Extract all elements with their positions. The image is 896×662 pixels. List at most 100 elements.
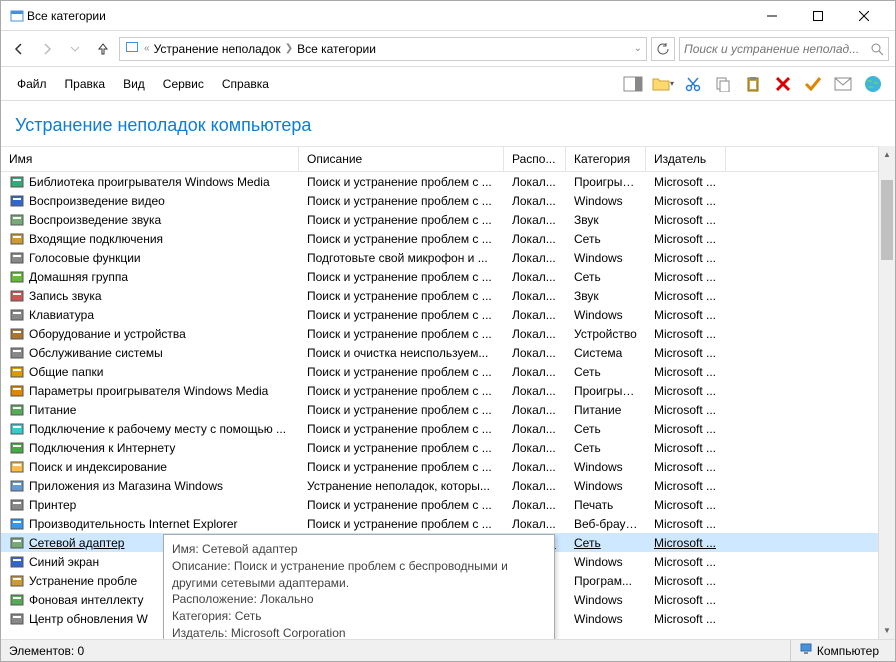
tooltip-name: Имя: Сетевой адаптер <box>172 541 546 558</box>
row-publisher: Microsoft ... <box>646 384 726 398</box>
row-category: Система <box>566 346 646 360</box>
maximize-button[interactable] <box>795 1 841 31</box>
breadcrumb-part[interactable]: Все категории <box>297 42 376 56</box>
table-row[interactable]: Входящие подключения Поиск и устранение п… <box>1 229 895 248</box>
table-row[interactable]: Общие папкиПоиск и устранение проблем с … <box>1 362 895 381</box>
row-publisher: Microsoft ... <box>646 460 726 474</box>
search-icon[interactable] <box>870 42 884 56</box>
table-row[interactable]: Приложения из Магазина Windows Устранение… <box>1 476 895 495</box>
menu-service[interactable]: Сервис <box>155 74 212 94</box>
scroll-down-icon[interactable]: ▼ <box>879 622 895 639</box>
table-row[interactable]: Подключения к ИнтернетуПоиск и устранени… <box>1 438 895 457</box>
table-row[interactable]: ПитаниеПоиск и устранение проблем с ...Л… <box>1 400 895 419</box>
row-icon <box>9 516 25 532</box>
row-name: Запись звука <box>29 289 102 303</box>
table-row[interactable]: Библиотека проигрывателя Windows MediaПо… <box>1 172 895 191</box>
column-location[interactable]: Распо... <box>504 147 566 171</box>
page-title: Устранение неполадок компьютера <box>1 101 895 146</box>
menu-help[interactable]: Справка <box>214 74 277 94</box>
table-row[interactable]: КлавиатураПоиск и устранение проблем с .… <box>1 305 895 324</box>
back-button[interactable] <box>7 37 31 61</box>
recent-button[interactable] <box>63 37 87 61</box>
menubar: Файл Правка Вид Сервис Справка ▾ <box>1 67 895 101</box>
scroll-up-icon[interactable]: ▲ <box>879 146 895 163</box>
row-publisher: Microsoft ... <box>646 251 726 265</box>
row-icon <box>9 383 25 399</box>
row-location: Локал... <box>504 498 566 512</box>
row-icon <box>9 497 25 513</box>
row-desc: Поиск и устранение проблем с ... <box>299 232 504 246</box>
table-row[interactable]: Оборудование и устройстваПоиск и устране… <box>1 324 895 343</box>
column-desc[interactable]: Описание <box>299 147 504 171</box>
globe-button[interactable] <box>859 70 887 98</box>
minimize-button[interactable] <box>749 1 795 31</box>
row-name: Входящие подключения <box>29 232 163 246</box>
row-location: Локал... <box>504 308 566 322</box>
table-row[interactable]: Обслуживание системыПоиск и очистка неис… <box>1 343 895 362</box>
column-publisher[interactable]: Издатель <box>646 147 726 171</box>
mail-button[interactable] <box>829 70 857 98</box>
table-row[interactable]: Домашняя группаПоиск и устранение пробле… <box>1 267 895 286</box>
row-icon <box>9 345 25 361</box>
row-desc: Устранение неполадок, которы... <box>299 479 504 493</box>
row-publisher: Microsoft ... <box>646 270 726 284</box>
breadcrumb-part[interactable]: Устранение неполадок <box>154 42 281 56</box>
table-row[interactable]: Производительность Internet ExplorerПоис… <box>1 514 895 533</box>
up-button[interactable] <box>91 37 115 61</box>
row-publisher: Microsoft ... <box>646 498 726 512</box>
row-category: Сеть <box>566 270 646 284</box>
vertical-scrollbar[interactable]: ▲ ▼ <box>878 146 895 639</box>
table-row[interactable]: ПринтерПоиск и устранение проблем с ...Л… <box>1 495 895 514</box>
paste-button[interactable] <box>739 70 767 98</box>
breadcrumb[interactable]: « Устранение неполадок ❯ Все категории ⌄ <box>119 37 647 61</box>
troubleshooter-list: Имя Описание Распо... Категория Издатель… <box>1 146 895 639</box>
close-button[interactable] <box>841 1 887 31</box>
row-icon <box>9 459 25 475</box>
delete-button[interactable] <box>769 70 797 98</box>
table-header: Имя Описание Распо... Категория Издатель <box>1 146 895 172</box>
row-publisher: Microsoft ... <box>646 232 726 246</box>
row-location: Локал... <box>504 251 566 265</box>
folder-button[interactable]: ▾ <box>649 70 677 98</box>
chevron-down-icon[interactable]: ⌄ <box>634 43 642 54</box>
window-title: Все категории <box>25 9 749 23</box>
row-desc: Поиск и устранение проблем с ... <box>299 194 504 208</box>
column-name[interactable]: Имя <box>1 147 299 171</box>
row-name: Приложения из Магазина Windows <box>29 479 223 493</box>
row-icon <box>9 174 25 190</box>
row-location: Локал... <box>504 403 566 417</box>
search-input[interactable] <box>679 37 889 61</box>
row-location: Локал... <box>504 384 566 398</box>
row-publisher: Microsoft ... <box>646 346 726 360</box>
row-icon <box>9 326 25 342</box>
row-icon <box>9 535 25 551</box>
statusbar: Элементов: 0 Компьютер <box>1 639 895 661</box>
menu-view[interactable]: Вид <box>115 74 153 94</box>
forward-button[interactable] <box>35 37 59 61</box>
pane-toggle-button[interactable] <box>619 70 647 98</box>
table-row[interactable]: Поиск и индексированиеПоиск и устранение… <box>1 457 895 476</box>
row-icon <box>9 288 25 304</box>
column-category[interactable]: Категория <box>566 147 646 171</box>
copy-button[interactable] <box>709 70 737 98</box>
table-row[interactable]: Запись звука Поиск и устранение проблем с… <box>1 286 895 305</box>
search-field[interactable] <box>684 42 870 56</box>
table-row[interactable]: Воспроизведение звукаПоиск и устранение … <box>1 210 895 229</box>
tooltip-desc: Описание: Поиск и устранение проблем с б… <box>172 558 546 592</box>
menu-file[interactable]: Файл <box>9 74 55 94</box>
table-row[interactable]: Подключение к рабочему месту с помощью .… <box>1 419 895 438</box>
row-publisher: Microsoft ... <box>646 194 726 208</box>
table-row[interactable]: Голосовые функцииПодготовьте свой микроф… <box>1 248 895 267</box>
cut-button[interactable] <box>679 70 707 98</box>
table-row[interactable]: Воспроизведение видеоПоиск и устранение … <box>1 191 895 210</box>
row-publisher: Microsoft ... <box>646 327 726 341</box>
check-button[interactable] <box>799 70 827 98</box>
menu-edit[interactable]: Правка <box>57 74 114 94</box>
row-desc: Поиск и устранение проблем с ... <box>299 384 504 398</box>
table-row[interactable]: Параметры проигрывателя Windows MediaПои… <box>1 381 895 400</box>
row-name: Домашняя группа <box>29 270 128 284</box>
refresh-button[interactable] <box>651 37 675 61</box>
row-category: Звук <box>566 289 646 303</box>
row-desc: Поиск и устранение проблем с ... <box>299 289 504 303</box>
scrollbar-thumb[interactable] <box>881 180 893 260</box>
